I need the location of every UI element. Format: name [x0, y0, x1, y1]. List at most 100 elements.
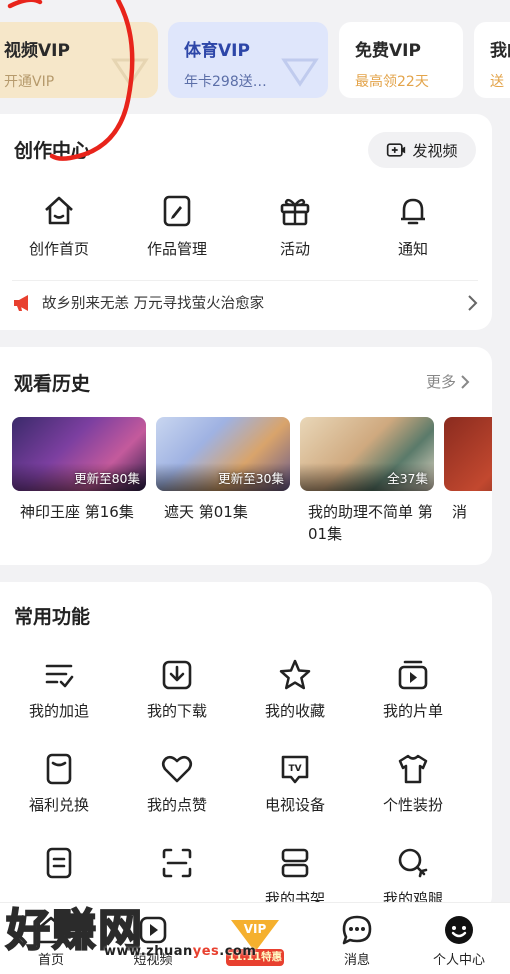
welfare-exchange-label: 福利兑换 [28, 796, 89, 814]
bell-icon [401, 198, 425, 225]
scan-icon [162, 848, 192, 878]
bottom-navigation: 首页 短视频 VIP 11.11特惠 消息 个人中心 [0, 902, 510, 974]
works-manage-item[interactable]: 作品管理 [118, 194, 236, 259]
gift-icon [280, 198, 310, 226]
announcement-bar[interactable]: 故乡别来无恙 万元寻找萤火治愈家 [12, 280, 478, 320]
tv-device-item[interactable]: TV 电视设备 [236, 752, 354, 815]
history-list: 更新至80集 神印王座 第16集 更新至30集 遮天 第01集 全37集 我的助… [12, 417, 492, 565]
tv-icon: TV [281, 755, 309, 784]
free-vip-title: 免费VIP [355, 41, 421, 61]
history-item[interactable]: 更新至80集 神印王座 第16集 [12, 417, 146, 565]
nav-messages-label: 消息 [343, 953, 370, 968]
sports-vip-card[interactable]: 体育VIP 年卡298送… [168, 22, 328, 98]
downloads-item[interactable]: 我的下载 [118, 658, 236, 721]
personal-dressup-item[interactable]: 个性装扮 [354, 752, 472, 815]
coupon-icon [46, 753, 72, 785]
nav-messages[interactable]: 消息 [306, 903, 408, 974]
episode-badge: 更新至30集 [218, 471, 284, 486]
functions-row: 我的书架 我的鸡腿 [0, 846, 480, 909]
likes-label: 我的点赞 [146, 796, 207, 814]
video-title: 我的助理不简单 第01集 [308, 503, 433, 543]
follow-list-label: 我的加追 [28, 702, 89, 720]
episode-badge: 全37集 [387, 471, 428, 486]
common-functions-title: 常用功能 [14, 606, 91, 628]
vip-promo-word: VIP [243, 922, 267, 936]
follow-list-item[interactable]: 我的加追 [0, 658, 118, 721]
watch-history-title: 观看历史 [14, 373, 91, 395]
playlist-label: 我的片单 [382, 702, 443, 720]
playlist-icon [398, 660, 428, 690]
nav-home[interactable]: 首页 [0, 903, 102, 974]
partial-vip-subtitle: 送 [490, 74, 504, 90]
nav-short-video-label: 短视频 [133, 953, 173, 968]
download-icon [162, 660, 192, 690]
edit-icon [163, 195, 191, 227]
watch-history-card: 观看历史 更多 更新至80集 神印王座 第16集 更新至30集 遮天 第01集 … [0, 347, 492, 565]
creation-icon-row: 创作首页 作品管理 活动 通知 [0, 194, 480, 259]
activity-item[interactable]: 活动 [236, 194, 354, 259]
shirt-icon [398, 754, 428, 784]
activity-label: 活动 [279, 240, 310, 258]
welfare-exchange-item[interactable]: 福利兑换 [0, 752, 118, 815]
functions-row: 我的加追 我的下载 我的收藏 我的片单 [0, 658, 480, 721]
video-vip-card[interactable]: 视频VIP 开通VIP [0, 22, 158, 98]
chevron-right-icon [461, 374, 470, 389]
message-icon [342, 915, 372, 945]
video-title: 神印王座 第16集 [20, 503, 134, 521]
document-item[interactable] [0, 846, 118, 909]
favorites-label: 我的收藏 [264, 702, 325, 720]
creation-home-label: 创作首页 [28, 240, 89, 258]
free-vip-card[interactable]: 免费VIP 最高领22天 [339, 22, 463, 98]
history-item[interactable]: 全37集 我的助理不简单 第01集 [300, 417, 434, 565]
video-thumbnail: 更新至30集 [156, 417, 290, 491]
heart-icon [161, 755, 193, 783]
nav-home-label: 首页 [37, 953, 64, 968]
megaphone-icon [14, 294, 28, 311]
drumstick-icon [398, 848, 428, 878]
nav-profile-label: 个人中心 [432, 953, 485, 968]
episode-badge: 更新至80集 [74, 471, 140, 486]
nav-profile[interactable]: 个人中心 [408, 903, 510, 974]
svg-text:TV: TV [288, 764, 301, 774]
post-video-label: 发视频 [412, 141, 458, 160]
scan-item[interactable] [118, 846, 236, 909]
works-manage-label: 作品管理 [146, 240, 207, 258]
history-more-label: 更多 [425, 373, 456, 391]
video-plus-icon [387, 143, 406, 157]
video-thumbnail: 全37集 [300, 417, 434, 491]
vip-card-strip: 视频VIP 开通VIP 体育VIP 年卡298送… 免费VIP 最高领22天 我… [0, 0, 510, 108]
history-more-link[interactable]: 更多 [426, 371, 470, 392]
nav-vip-promo[interactable]: VIP 11.11特惠 [204, 903, 306, 974]
free-vip-subtitle: 最高领22天 [355, 74, 429, 90]
nav-short-video[interactable]: 短视频 [102, 903, 204, 974]
partial-vip-card[interactable]: 我的 送 [474, 22, 510, 98]
notification-label: 通知 [397, 240, 428, 258]
downloads-label: 我的下载 [146, 702, 207, 720]
video-title: 遮天 第01集 [164, 503, 248, 521]
video-title: 消 [452, 503, 468, 521]
personal-dressup-label: 个性装扮 [382, 796, 443, 814]
star-icon [279, 659, 311, 690]
bookshelf-item[interactable]: 我的书架 [236, 846, 354, 909]
vip-diamond-icon [281, 58, 319, 87]
profile-icon [445, 916, 473, 944]
document-icon [46, 847, 72, 879]
creation-center-card: 创作中心 发视频 创作首页 作品管理 活动 通知 故乡别来无恙 万元寻找萤火治愈… [0, 114, 492, 330]
creation-home-item[interactable]: 创作首页 [0, 194, 118, 259]
drumstick-item[interactable]: 我的鸡腿 [354, 846, 472, 909]
likes-item[interactable]: 我的点赞 [118, 752, 236, 815]
post-video-button[interactable]: 发视频 [368, 132, 476, 168]
favorites-item[interactable]: 我的收藏 [236, 658, 354, 721]
vip-diamond-icon [111, 58, 149, 87]
short-video-icon [139, 916, 167, 944]
history-item[interactable]: 消 [444, 417, 492, 565]
chevron-right-icon [468, 294, 478, 311]
vip-promo-icon: VIP 11.11特惠 [222, 918, 288, 968]
tv-device-label: 电视设备 [264, 796, 325, 814]
notification-item[interactable]: 通知 [354, 194, 472, 259]
common-functions-card: 常用功能 我的加追 我的下载 我的收藏 我的片单 福利兑换 我的点赞 TV 电视… [0, 582, 492, 912]
announcement-text: 故乡别来无恙 万元寻找萤火治愈家 [42, 296, 265, 312]
playlist-item[interactable]: 我的片单 [354, 658, 472, 721]
home-nav-icon [37, 916, 65, 944]
history-item[interactable]: 更新至30集 遮天 第01集 [156, 417, 290, 565]
